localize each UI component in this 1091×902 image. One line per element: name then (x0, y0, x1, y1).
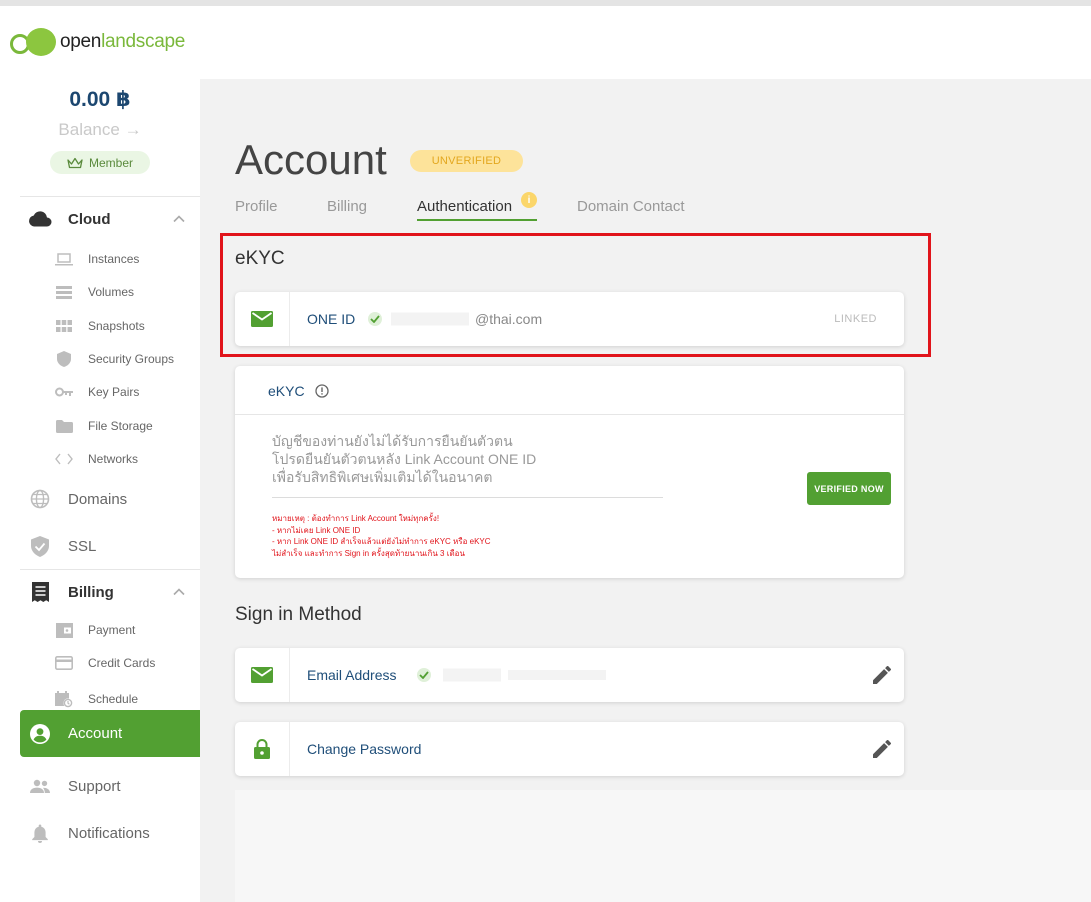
wallet-icon (55, 622, 73, 638)
sidebar-item-volumes[interactable]: Volumes (55, 284, 134, 300)
member-badge: Member (50, 151, 150, 174)
snapshots-icon (55, 318, 73, 334)
logo-mark-icon (10, 28, 56, 56)
calendar-clock-icon (55, 690, 73, 708)
info-badge-icon: i (521, 192, 537, 208)
email-address-label: Email Address (307, 667, 397, 683)
tab-profile[interactable]: Profile (235, 198, 278, 215)
shield-icon (55, 351, 73, 367)
globe-icon (28, 487, 52, 511)
volumes-icon (55, 284, 73, 300)
sidebar-divider (20, 196, 200, 197)
sidebar-item-notifications[interactable]: Notifications (28, 821, 150, 845)
sidebar-item-snapshots[interactable]: Snapshots (55, 318, 145, 334)
change-password-row: Change Password (235, 722, 904, 776)
key-icon (55, 384, 73, 400)
ekyc-card-title: eKYC (268, 383, 305, 399)
masked-email-user (443, 668, 501, 682)
chevron-up-icon[interactable] (172, 585, 186, 599)
sidebar-item-networks[interactable]: Networks (55, 451, 138, 467)
email-address-row: Email Address (235, 648, 904, 702)
tab-billing[interactable]: Billing (327, 198, 367, 215)
sidebar-item-ssl[interactable]: SSL (28, 534, 96, 558)
balance-amount: 0.00 ฿ (69, 88, 131, 111)
ekyc-card-header: eKYC (268, 383, 329, 399)
balance-link[interactable]: Balance → (0, 120, 200, 140)
sidebar-item-domains[interactable]: Domains (28, 487, 127, 511)
code-icon (55, 451, 73, 467)
highlight-annotation (220, 233, 931, 357)
change-password-label: Change Password (307, 741, 422, 757)
edit-pencil-icon[interactable] (872, 739, 892, 759)
sidebar-item-instances[interactable]: Instances (55, 251, 139, 267)
ekyc-header-divider (235, 414, 904, 415)
sidebar-item-credit-cards[interactable]: Credit Cards (55, 655, 155, 671)
sidebar-item-key-pairs[interactable]: Key Pairs (55, 384, 139, 400)
account-circle-icon (28, 722, 52, 746)
sidebar-item-billing[interactable]: Billing (28, 580, 114, 604)
sidebar-item-support[interactable]: Support (28, 774, 121, 798)
top-bar (200, 6, 1091, 79)
tab-domain-contact[interactable]: Domain Contact (577, 198, 685, 215)
info-outline-icon[interactable] (314, 384, 329, 398)
people-icon (28, 774, 52, 798)
lock-icon (235, 722, 290, 776)
laptop-icon (55, 251, 73, 267)
mail-icon (235, 648, 290, 702)
ekyc-note-divider (272, 497, 663, 498)
tab-authentication[interactable]: Authentication (417, 198, 512, 215)
sidebar-item-payment[interactable]: Payment (55, 622, 135, 638)
ekyc-note: หมายเหตุ : ต้องทำการ Link Account ใหม่ทุ… (272, 514, 491, 558)
bell-icon (28, 821, 52, 845)
status-badge: UNVERIFIED (410, 150, 523, 172)
check-icon (417, 668, 431, 682)
sidebar-item-security-groups[interactable]: Security Groups (55, 351, 174, 367)
ekyc-message: บัญชีของท่านยังไม่ได้รับการยืนยันตัวตน โ… (272, 433, 537, 485)
content-background (235, 790, 1091, 902)
verify-now-button[interactable]: VERIFIED NOW (807, 472, 891, 505)
brand-logo[interactable]: openlandscape (10, 28, 185, 56)
sign-in-method-title: Sign in Method (235, 604, 362, 625)
edit-pencil-icon[interactable] (872, 665, 892, 685)
chevron-up-icon[interactable] (172, 212, 186, 226)
sidebar-item-file-storage[interactable]: File Storage (55, 418, 153, 434)
shield-check-icon (28, 534, 52, 558)
receipt-icon (28, 580, 52, 604)
member-label: Member (88, 155, 133, 170)
credit-card-icon (55, 655, 73, 671)
active-tab-indicator (417, 219, 537, 221)
crown-icon (67, 157, 83, 168)
logo-text: openlandscape (60, 31, 186, 52)
page-title: Account (235, 136, 387, 183)
cloud-icon (28, 207, 52, 231)
sidebar-item-schedule[interactable]: Schedule (55, 690, 138, 708)
sidebar-item-cloud[interactable]: Cloud (28, 207, 111, 231)
sidebar-divider (20, 569, 200, 570)
sidebar-item-account[interactable]: Account (20, 710, 200, 757)
masked-email-domain (508, 670, 606, 680)
ekyc-card: eKYC บัญชีของท่านยังไม่ได้รับการยืนยันตั… (235, 366, 904, 578)
folder-icon (55, 418, 73, 434)
